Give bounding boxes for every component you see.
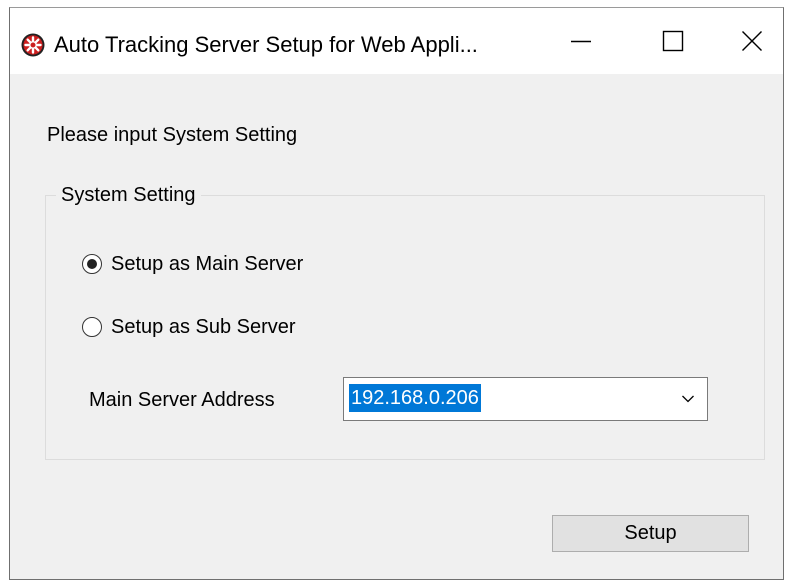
- close-icon: [742, 31, 762, 51]
- instruction-label: Please input System Setting: [47, 124, 298, 146]
- radio-sub-server[interactable]: Setup as Sub Server: [82, 312, 296, 342]
- radio-dot: [87, 259, 97, 269]
- red-wheel-icon: [21, 33, 45, 57]
- radio-sub-server-label[interactable]: Setup as Sub Server: [111, 314, 296, 340]
- dropdown-button[interactable]: [675, 378, 701, 420]
- close-button[interactable]: [719, 8, 783, 74]
- setup-window: Auto Tracking Server Setup for Web Appli…: [9, 7, 784, 580]
- group-title: System Setting: [56, 182, 201, 208]
- maximize-icon: [662, 30, 684, 52]
- radio-button-unchecked[interactable]: [82, 317, 102, 337]
- radio-button-checked[interactable]: [82, 254, 102, 274]
- title-bar[interactable]: Auto Tracking Server Setup for Web Appli…: [10, 8, 783, 74]
- window-title: Auto Tracking Server Setup for Web Appli…: [54, 32, 478, 57]
- chevron-down-icon: [682, 395, 694, 403]
- minimize-icon: [571, 40, 591, 43]
- radio-main-server[interactable]: Setup as Main Server: [82, 249, 303, 279]
- main-server-address-combobox[interactable]: 192.168.0.206: [343, 377, 708, 421]
- client-area: Please input System Setting System Setti…: [10, 74, 783, 579]
- minimize-button[interactable]: [535, 8, 627, 74]
- main-server-address-value[interactable]: 192.168.0.206: [349, 384, 481, 412]
- maximize-button[interactable]: [627, 8, 719, 74]
- radio-main-server-label[interactable]: Setup as Main Server: [111, 251, 303, 277]
- setup-button[interactable]: Setup: [552, 515, 749, 552]
- main-server-address-label: Main Server Address: [89, 389, 275, 411]
